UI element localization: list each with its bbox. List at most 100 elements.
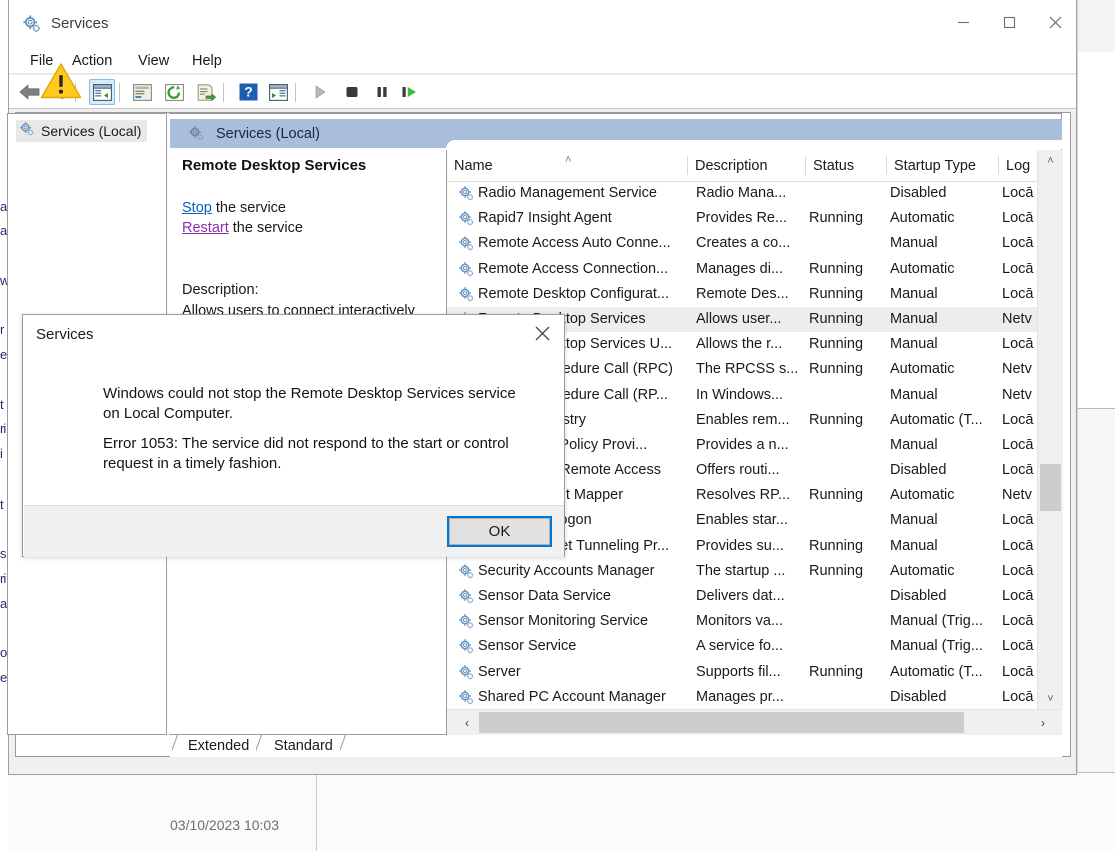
toolbar: ? — [9, 75, 1076, 109]
column-header-description[interactable]: Description — [688, 150, 806, 181]
start-service-icon[interactable] — [307, 79, 333, 105]
service-gear-icon — [458, 286, 475, 303]
warning-triangle-icon — [40, 62, 82, 100]
menu-item-help[interactable]: Help — [185, 51, 229, 71]
cell-name: Remote Desktop Configurat... — [478, 285, 670, 302]
table-row[interactable]: Sensor Data Service Delivers dat... Disabl… — [447, 584, 1047, 609]
restart-service-icon[interactable] — [397, 79, 423, 105]
cell-status — [809, 433, 887, 458]
column-header-status[interactable]: Status — [806, 150, 887, 181]
column-header-startup-type[interactable]: Startup Type — [887, 150, 999, 181]
results-pane-header-notch — [446, 140, 1062, 149]
show-hide-console-tree-icon[interactable] — [89, 79, 115, 105]
cell-startup-type: Manual — [890, 336, 938, 353]
table-row[interactable]: Sensor Monitoring Service Monitors va... M… — [447, 609, 1047, 634]
column-header-startup-type-label: Startup Type — [894, 157, 976, 174]
menu-item-view[interactable]: View — [131, 51, 176, 71]
cell-description: Enables star... — [696, 512, 788, 529]
cell-status: Running — [809, 260, 864, 277]
cell-startup-type: Manual (Trig... — [890, 638, 983, 655]
tab-standard[interactable]: Standard — [270, 735, 337, 757]
error-dialog-message-primary: Windows could not stop the Remote Deskto… — [103, 385, 516, 422]
tree-node-services-local[interactable]: Services (Local) — [16, 120, 148, 142]
minimize-button[interactable] — [940, 0, 986, 44]
column-header-log-on-as-label: Log — [1006, 157, 1031, 174]
vertical-scrollbar[interactable]: ˄ ˅ — [1037, 150, 1063, 709]
restart-service-link[interactable]: Restart — [182, 220, 229, 236]
cell-startup-type: Automatic — [890, 361, 955, 378]
service-gear-icon — [458, 210, 475, 227]
cell-startup-type: Manual — [890, 512, 938, 529]
cell-description: Allows the r... — [696, 336, 783, 353]
table-row[interactable]: Remote Desktop Configurat... Remote Des..… — [447, 282, 1047, 307]
error-dialog-message-secondary: Error 1053: The service did not respond … — [103, 435, 509, 472]
column-header-name-label: Name — [454, 157, 493, 174]
cell-status: Running — [809, 336, 864, 353]
refresh-icon[interactable] — [161, 79, 187, 105]
cell-name: Sensor Monitoring Service — [478, 613, 649, 630]
horizontal-scrollbar[interactable]: ‹ › — [447, 709, 1062, 735]
maximize-button[interactable] — [986, 0, 1032, 44]
background-bottom-cell-right — [317, 772, 1077, 851]
table-row[interactable]: Remote Access Auto Conne... Creates a co.… — [447, 231, 1047, 256]
tab-extended[interactable]: Extended — [184, 735, 253, 757]
cell-name: Remote Access Auto Conne... — [478, 235, 671, 252]
cell-status: Running — [809, 210, 864, 227]
cell-description: Manages pr... — [696, 688, 784, 705]
cell-description: Supports fil... — [696, 663, 781, 680]
horizontal-scrollbar-thumb[interactable] — [479, 712, 964, 733]
cell-startup-type: Manual — [890, 285, 938, 302]
stop-service-icon[interactable] — [339, 79, 365, 105]
show-action-pane-icon[interactable] — [265, 79, 291, 105]
scroll-up-icon[interactable]: ˄ — [1038, 150, 1063, 171]
scroll-right-icon[interactable]: › — [1032, 710, 1054, 735]
services-gear-icon — [22, 14, 42, 34]
service-gear-icon — [458, 638, 475, 655]
table-row[interactable]: Sensor Service A service fo... Manual (Tri… — [447, 634, 1047, 659]
help-icon[interactable]: ? — [235, 79, 261, 105]
cell-name: Remote Access Connection... — [478, 260, 669, 277]
cell-name: Server — [478, 663, 521, 680]
cell-startup-type: Manual — [890, 436, 938, 453]
cell-status — [809, 231, 887, 256]
properties-icon[interactable] — [129, 79, 155, 105]
scroll-left-icon[interactable]: ‹ — [456, 710, 478, 735]
cell-status — [809, 458, 887, 483]
table-row[interactable]: Remote Access Connection... Manages di...… — [447, 257, 1047, 282]
cell-description: Resolves RP... — [696, 487, 791, 504]
cell-startup-type: Automatic (T... — [890, 663, 983, 680]
column-header-name[interactable]: Name ˄ — [447, 150, 688, 181]
cell-name: Sensor Service — [478, 638, 577, 655]
stop-service-link[interactable]: Stop — [182, 200, 212, 216]
cell-description: Radio Mana... — [696, 185, 787, 201]
error-dialog-close-icon[interactable] — [520, 315, 564, 351]
vertical-scrollbar-thumb[interactable] — [1040, 464, 1061, 511]
cell-status — [809, 181, 887, 206]
cell-status: Running — [809, 310, 864, 327]
screen-root: alalwretriitsriaoce 03/10/2023 10:03 — [0, 0, 1115, 851]
table-row[interactable]: Security Accounts Manager The startup ...… — [447, 559, 1047, 584]
table-row[interactable]: Server Supports fil... Running Automatic (T… — [447, 660, 1047, 685]
table-row[interactable]: Radio Management Service Radio Mana... Dis… — [447, 181, 1047, 206]
cell-status — [809, 609, 887, 634]
pause-service-icon[interactable] — [369, 79, 395, 105]
cell-description: Provides Re... — [696, 210, 788, 227]
title-bar: Services — [9, 0, 1076, 50]
service-gear-icon — [458, 664, 475, 681]
cell-status — [809, 508, 887, 533]
menu-bar: File Action View Help — [9, 47, 1076, 74]
cell-startup-type: Manual (Trig... — [890, 613, 983, 630]
export-list-icon[interactable] — [193, 79, 219, 105]
ok-button[interactable]: OK — [447, 516, 552, 547]
service-gear-icon — [458, 563, 475, 580]
cell-description: Monitors va... — [696, 613, 784, 630]
stop-service-line: Stop the service — [182, 200, 286, 216]
tab-edge-right — [340, 735, 354, 757]
table-row[interactable]: Shared PC Account Manager Manages pr... Di… — [447, 685, 1047, 710]
close-button[interactable] — [1032, 0, 1078, 44]
cell-startup-type: Automatic — [890, 562, 955, 579]
error-dialog-footer: OK — [24, 505, 564, 557]
cell-description: Enables rem... — [696, 411, 790, 428]
table-row[interactable]: Rapid7 Insight Agent Provides Re... Runnin… — [447, 206, 1047, 231]
scroll-down-icon[interactable]: ˅ — [1038, 688, 1063, 709]
